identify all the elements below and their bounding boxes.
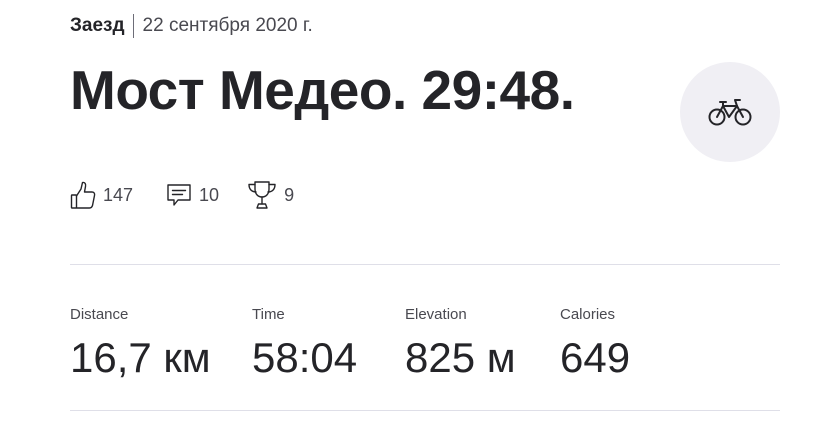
stat-distance: Distance 16,7 км [70, 306, 211, 382]
activity-type-label: Заезд [70, 15, 125, 36]
activity-date: 22 сентября 2020 г. [142, 15, 313, 36]
stat-value: 16,7 км [70, 334, 211, 381]
bike-icon [708, 99, 752, 126]
stat-elevation: Elevation 825 м [405, 306, 516, 382]
stat-label: Elevation [405, 306, 467, 323]
activity-meta: Заезд 22 сентября 2020 г. [70, 14, 313, 38]
thumbs-up-icon [70, 181, 96, 209]
comments-button[interactable]: 10 [166, 182, 219, 208]
stat-value: 825 м [405, 334, 516, 381]
comments-count: 10 [199, 184, 220, 205]
kudos-count: 147 [103, 184, 134, 205]
stats-divider-top [70, 264, 780, 265]
trophy-icon [248, 181, 276, 209]
stat-label: Distance [70, 306, 129, 323]
sport-type-badge [680, 62, 780, 162]
activity-title: Мост Медео. 29:48. [70, 59, 575, 121]
comment-icon [167, 184, 191, 206]
kudos-button[interactable]: 147 [70, 180, 133, 210]
stat-label: Time [252, 306, 285, 323]
achievements-button[interactable]: 9 [247, 180, 294, 210]
stats-divider-bottom [70, 410, 780, 411]
meta-separator [132, 14, 134, 38]
stat-label: Calories [560, 306, 616, 323]
achievements-count: 9 [284, 184, 295, 205]
activity-summary: Заезд 22 сентября 2020 г. Мост Медео. 29… [0, 0, 830, 437]
stat-value: 649 [560, 334, 631, 381]
stat-calories: Calories 649 [560, 306, 630, 382]
stat-value: 58:04 [252, 334, 358, 381]
social-bar: 147 10 9 [70, 180, 294, 210]
stat-time: Time 58:04 [252, 306, 357, 382]
